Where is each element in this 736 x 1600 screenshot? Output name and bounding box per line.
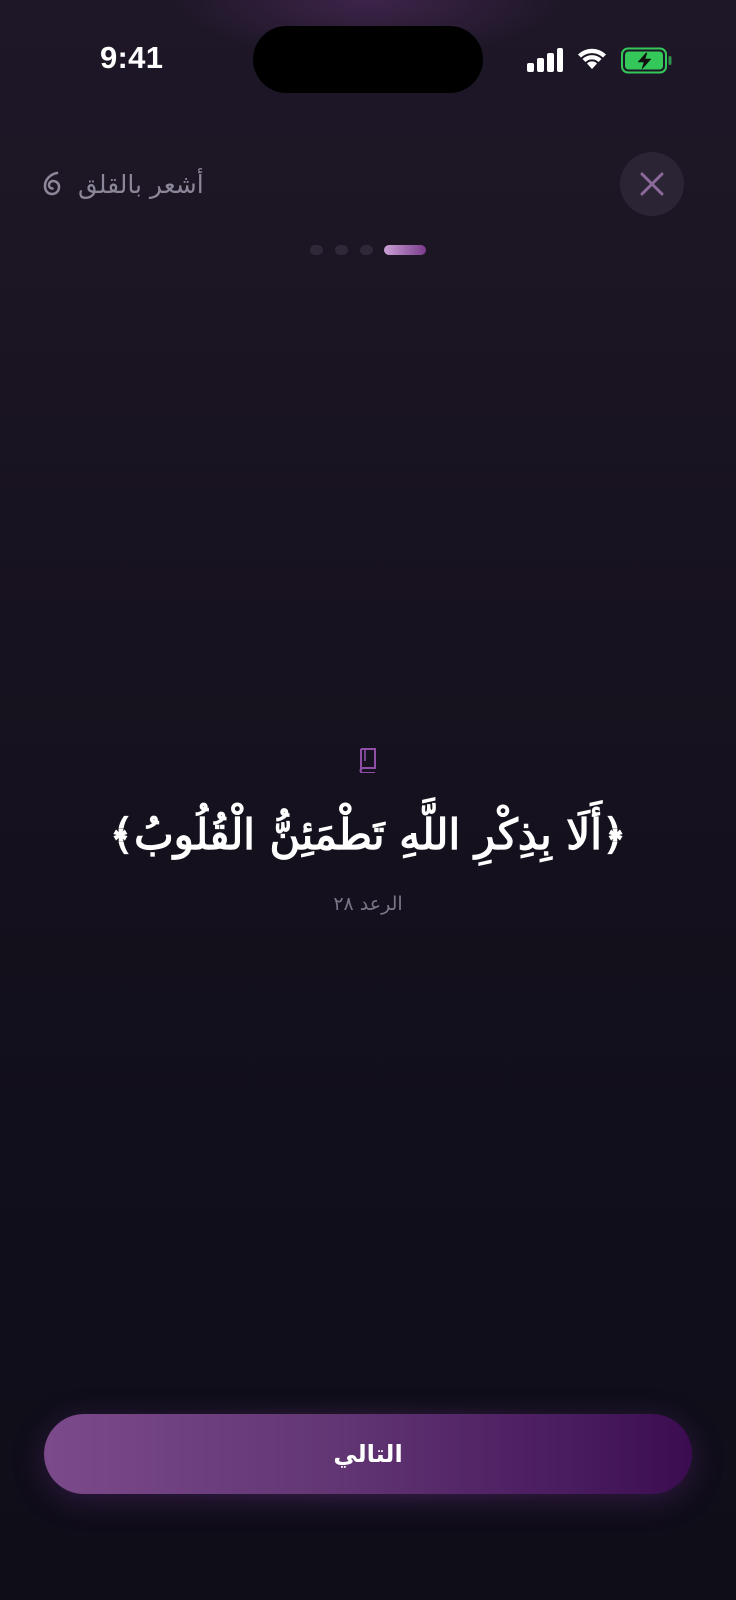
verse-reference: الرعد ٢٨: [333, 893, 403, 915]
next-button-label: التالي: [333, 1440, 403, 1468]
close-icon: [640, 172, 664, 196]
book-icon: [359, 748, 376, 773]
close-button[interactable]: [620, 152, 684, 216]
progress-indicator: [310, 244, 430, 256]
progress-dot: [335, 245, 348, 255]
battery-charging-icon: [621, 47, 672, 74]
progress-dot: [310, 245, 323, 255]
mood-chip: أشعر بالقلق: [40, 160, 204, 208]
progress-dot-active: [384, 245, 426, 255]
verse-text: ﴿أَلَا بِذِكْرِ اللَّهِ تَطْمَئِنُّ الْق…: [109, 810, 627, 859]
progress-dot: [360, 245, 373, 255]
wifi-icon: [578, 48, 606, 69]
dynamic-island: [253, 26, 483, 93]
signal-icon: [527, 48, 563, 72]
mood-label: أشعر بالقلق: [78, 169, 204, 199]
next-button[interactable]: التالي: [44, 1414, 692, 1494]
status-time: 9:41: [100, 40, 164, 75]
swirl-icon: [43, 171, 61, 196]
